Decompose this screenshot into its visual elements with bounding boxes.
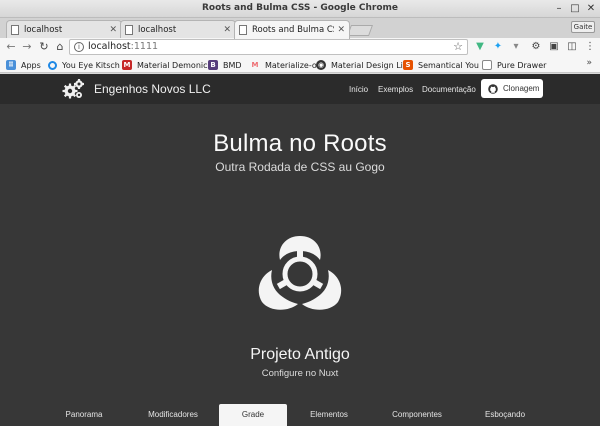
gears-icon[interactable] xyxy=(61,78,85,100)
nav-inicio[interactable]: Início xyxy=(349,85,368,94)
bookmark-semantical-you[interactable]: S Semantical You xyxy=(403,59,479,71)
tab-localhost-2[interactable]: localhost ✕ xyxy=(120,20,236,38)
bootstrap-icon: B xyxy=(208,60,218,70)
tab-roots-bulma[interactable]: Roots and Bulma CSS ✕ xyxy=(234,20,350,39)
cube-icon[interactable]: ◫ xyxy=(566,41,578,53)
project-subtitle: Configure no Nuxt xyxy=(261,368,339,379)
bookmark-material-design-li[interactable]: ◉ Material Design Li xyxy=(316,59,403,71)
biohazard-icon xyxy=(258,236,342,310)
box-icon[interactable]: ▣ xyxy=(548,41,560,53)
tab-label: localhost xyxy=(138,24,177,35)
github-icon xyxy=(488,83,498,94)
tab-label: localhost xyxy=(24,24,63,35)
page-icon xyxy=(125,24,133,35)
loading-icon xyxy=(48,60,57,70)
new-tab-button[interactable] xyxy=(346,25,374,36)
tab-localhost-1[interactable]: localhost ✕ xyxy=(6,20,122,38)
tab-componentes[interactable]: Componentes xyxy=(384,404,450,426)
bookmark-you-eye-kitsch[interactable]: You Eye Kitsch xyxy=(48,59,120,71)
reload-icon[interactable]: ↻ xyxy=(37,40,51,54)
twitter-icon[interactable]: ✦ xyxy=(492,41,504,53)
maximize-icon[interactable]: □ xyxy=(568,2,582,16)
page-icon xyxy=(239,25,247,35)
bookmarks-bar: ⠿ Apps You Eye Kitsch M Material Demonic… xyxy=(0,56,600,73)
page-icon xyxy=(482,60,492,70)
hero-subtitle: Outra Rodada de CSS au Gogo xyxy=(215,160,385,174)
tab-modificadores[interactable]: Modificadores xyxy=(140,404,206,426)
address-bar[interactable]: i localhost:1111 ☆ xyxy=(69,39,468,55)
tab-label: Roots and Bulma CSS xyxy=(252,25,335,35)
filter-icon[interactable]: ▾ xyxy=(510,41,522,53)
clone-button[interactable]: Clonagem xyxy=(481,79,543,98)
close-icon[interactable]: ✕ xyxy=(584,2,598,16)
bottom-tabs: Panorama Modificadores Grade Elementos C… xyxy=(0,404,600,426)
menu-icon[interactable]: ⋮ xyxy=(584,41,596,53)
nav-exemplos[interactable]: Exemplos xyxy=(378,85,413,94)
tab-elementos[interactable]: Elementos xyxy=(300,404,358,426)
bookmark-bmd[interactable]: B BMD xyxy=(208,59,242,71)
gear-icon[interactable]: ⚙ xyxy=(530,41,542,53)
hero-title: Bulma no Roots xyxy=(213,130,387,157)
apps-grid-icon: ⠿ xyxy=(6,60,16,70)
info-icon[interactable]: i xyxy=(74,42,84,52)
project-title: Projeto Antigo xyxy=(250,346,350,363)
minimize-icon[interactable]: – xyxy=(552,2,566,16)
clone-button-label: Clonagem xyxy=(503,84,540,93)
home-icon[interactable]: ⌂ xyxy=(53,40,67,54)
tab-strip: localhost ✕ localhost ✕ Roots and Bulma … xyxy=(0,18,600,39)
material-design-icon: ◉ xyxy=(316,60,326,70)
more-bookmarks-icon[interactable]: » xyxy=(586,58,592,68)
close-tab-icon[interactable]: ✕ xyxy=(337,25,345,35)
bookmark-star-icon[interactable]: ☆ xyxy=(453,40,463,53)
window-title: Roots and Bulma CSS - Google Chrome xyxy=(201,3,399,13)
bookmark-apps[interactable]: ⠿ Apps xyxy=(6,59,41,71)
url-text: localhost:1111 xyxy=(88,41,159,52)
close-tab-icon[interactable]: ✕ xyxy=(109,25,117,35)
forward-icon[interactable]: → xyxy=(20,40,34,54)
window-titlebar: Roots and Bulma CSS - Google Chrome – □ … xyxy=(0,0,600,18)
material-icon: M xyxy=(122,60,132,70)
tab-panorama[interactable]: Panorama xyxy=(55,404,113,426)
bookmark-materialize[interactable]: M Materialize-o xyxy=(250,59,317,71)
nav-documentacao[interactable]: Documentação xyxy=(422,85,476,94)
browser-toolbar: ← → ↻ ⌂ i localhost:1111 ☆ ▼ ✦ ▾ ⚙ ▣ ◫ ⋮ xyxy=(0,38,600,56)
page-content: Engenhos Novos LLC Início Exemplos Docum… xyxy=(0,74,600,426)
page-icon xyxy=(11,24,19,35)
semantic-icon: S xyxy=(403,60,413,70)
tab-grade[interactable]: Grade xyxy=(219,404,287,426)
close-tab-icon[interactable]: ✕ xyxy=(223,25,231,35)
tab-esbocando[interactable]: Esboçando xyxy=(476,404,534,426)
back-icon[interactable]: ← xyxy=(4,40,18,54)
vue-icon[interactable]: ▼ xyxy=(474,41,486,53)
site-navbar: Engenhos Novos LLC Início Exemplos Docum… xyxy=(0,74,600,104)
materialize-icon: M xyxy=(251,61,259,69)
profile-button[interactable]: Gaite xyxy=(571,21,595,33)
bookmark-material-demonics[interactable]: M Material Demonics xyxy=(122,59,212,71)
brand-name[interactable]: Engenhos Novos LLC xyxy=(94,82,211,96)
bookmark-pure-drawer[interactable]: Pure Drawer xyxy=(482,59,546,71)
